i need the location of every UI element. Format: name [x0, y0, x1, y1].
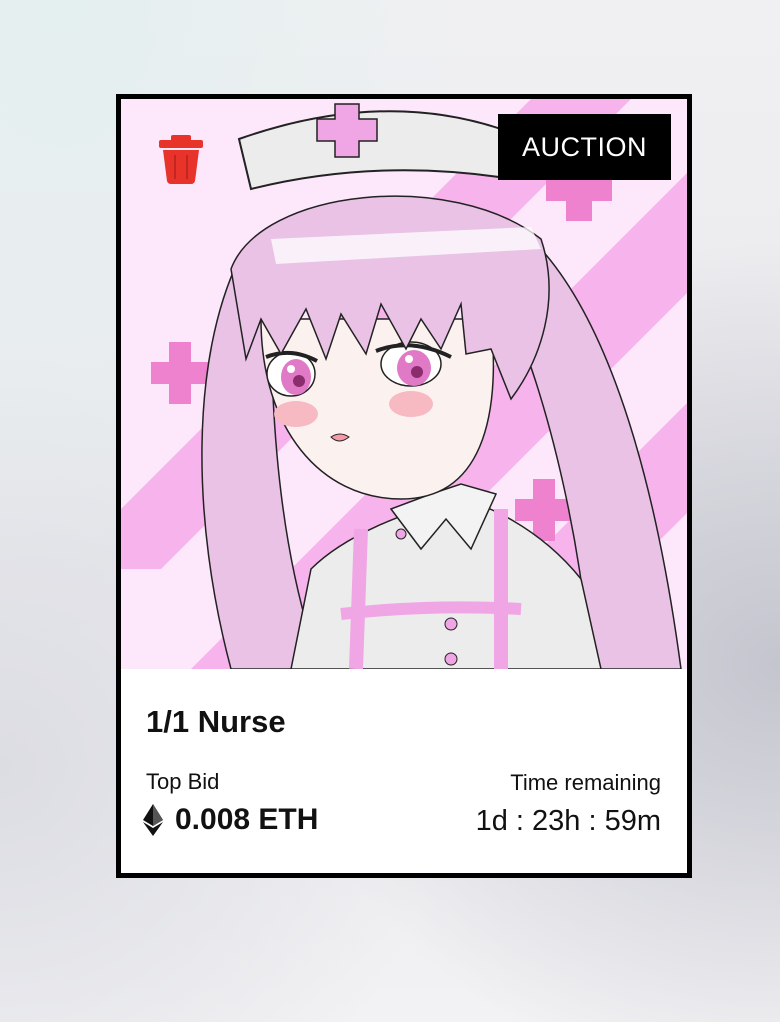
delete-button[interactable] — [157, 133, 205, 185]
nft-artwork[interactable]: AUCTION — [121, 99, 687, 669]
bid-amount: 0.008 ETH — [175, 803, 319, 836]
nft-title[interactable]: 1/1 Nurse — [146, 704, 286, 740]
nurse-illustration — [121, 99, 687, 669]
nft-card[interactable]: AUCTION 1/1 Nurse Top Bid 0.008 ETH Time… — [116, 94, 692, 878]
ethereum-icon — [143, 804, 163, 836]
card-info: 1/1 Nurse Top Bid 0.008 ETH Time remaini… — [121, 669, 687, 873]
trash-icon — [159, 135, 203, 184]
time-remaining-label: Time remaining — [510, 770, 661, 795]
auction-badge: AUCTION — [498, 114, 671, 180]
top-bid-value: 0.008 ETH — [143, 803, 318, 837]
time-remaining-value: 1d : 23h : 59m — [475, 805, 661, 837]
top-bid-label: Top Bid — [146, 769, 220, 794]
